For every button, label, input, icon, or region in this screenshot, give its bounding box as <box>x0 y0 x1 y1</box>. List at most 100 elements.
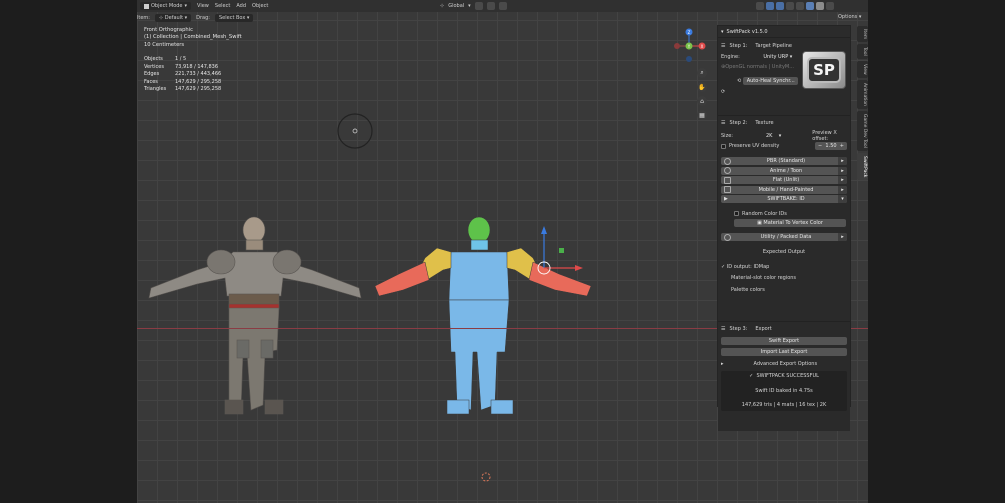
stat-value: 147,629 / 295,258 <box>175 86 222 92</box>
menu-add[interactable]: Add <box>236 3 246 9</box>
snap-icon[interactable] <box>486 2 495 10</box>
selectability-icon[interactable] <box>756 2 764 10</box>
expected-item: Palette colors <box>731 286 765 293</box>
chevron-down-icon: ▾ <box>184 3 188 9</box>
tab-game-dev-tool[interactable]: Game Dev Tool <box>857 110 868 151</box>
hand-pan-icon[interactable]: ✋ <box>697 82 707 92</box>
size-select[interactable]: 2K ▾ <box>754 131 793 140</box>
chevron-down-icon: ▾ <box>184 14 188 21</box>
preview-offset-label: Preview X offset: <box>812 129 837 142</box>
import-last-export-button[interactable]: Import Last Export <box>721 347 847 356</box>
normals-info: OpenGL normals | UnityM... <box>725 64 795 71</box>
xray-icon[interactable] <box>786 2 794 10</box>
item-label: ltem: <box>137 14 150 21</box>
auto-heal-sync-button[interactable]: Auto-Heal Synchr... <box>743 76 799 85</box>
rendered-shading-icon[interactable] <box>826 2 834 10</box>
stat-value: 1 / 5 <box>175 56 187 62</box>
tab-item[interactable]: Item <box>857 26 868 43</box>
grid-scale: 10 Centimeters <box>144 41 185 48</box>
gizmo-toggle-icon[interactable] <box>766 2 774 10</box>
object-mode-icon <box>144 3 149 9</box>
tab-swiftpack[interactable]: SwiftPack <box>857 152 868 180</box>
material-to-vertex-button[interactable]: ▣ Material To Vertex Color <box>734 219 846 227</box>
engine-select[interactable]: Unity URP ▾ <box>747 52 808 61</box>
pivot-icon[interactable] <box>474 2 483 10</box>
panel-title: SwiftPack v1.5.0 <box>726 28 768 35</box>
expected-item: ID output: IDMap <box>726 263 770 270</box>
preview-offset-field[interactable]: − 1.50 + <box>815 142 847 151</box>
toon-icon <box>724 167 731 174</box>
bake-time: Swift ID baked in 4.75s <box>755 387 813 394</box>
proportional-edit-icon[interactable] <box>498 2 507 10</box>
material-shading-icon[interactable] <box>816 2 824 10</box>
play-icon: ▶ <box>724 195 728 202</box>
refresh-icon[interactable]: ⟳ <box>721 89 725 95</box>
stat-label: Triangles <box>144 86 167 92</box>
scene-statistics: Objects 1 / 5 Vertices 73,918 / 147,836 Ed… <box>144 56 225 94</box>
menu-icon: ☰ <box>721 120 726 127</box>
subpanel-utility[interactable]: Utility / Packed Data ▸ <box>721 233 847 241</box>
subpanel-mobile[interactable]: Mobile / Hand-Painted ▸ <box>721 185 847 194</box>
subpanel-swiftbake-id[interactable]: ▶ SWIFTBAKE: ID ▾ <box>721 195 847 203</box>
expand-arrow-icon: ▸ <box>838 157 847 165</box>
engine-label: Engine: <box>721 53 740 60</box>
options-button[interactable]: Options ▾ <box>838 14 861 20</box>
swift-export-button[interactable]: Swift Export <box>721 336 847 345</box>
transform-orientation-select[interactable]: Global <box>448 3 464 9</box>
tab-tool[interactable]: Tool <box>857 44 868 59</box>
view-name: Front Orthographic <box>144 27 193 33</box>
menu-view[interactable]: View <box>197 3 209 9</box>
menu-object[interactable]: Object <box>252 3 268 9</box>
subpanel-flat[interactable]: Flat (Unlit) ▸ <box>721 176 847 184</box>
stat-label: Faces <box>144 78 158 85</box>
sync-icon: ⟲ <box>737 77 742 84</box>
panel-header[interactable]: ▾ SwiftPack v1.5.0 <box>718 26 850 37</box>
plus-icon[interactable]: + <box>837 143 844 149</box>
overlay-toggle-icon[interactable] <box>776 2 784 10</box>
orientation-select[interactable]: ⊹ Default ▾ <box>154 13 192 22</box>
navigation-gizmo[interactable]: Z Y X <box>672 26 712 66</box>
tool-header: ltem: ⊹ Default ▾ Drag: Select Box ▾ <box>137 12 737 23</box>
navigation-icons: ⌕ ✋ ⌂ ▦ <box>697 68 707 120</box>
subpanel-anime[interactable]: Anime / Toon ▸ <box>721 166 847 175</box>
transform-gizmo[interactable] <box>537 226 583 275</box>
preserve-uv-checkbox[interactable] <box>721 143 726 149</box>
expand-arrow-icon: ▸ <box>721 360 724 367</box>
success-message: SWIFTPACK SUCCESSFUL <box>756 373 819 380</box>
flat-icon <box>724 176 731 184</box>
expand-arrow-icon: ▸ <box>838 166 847 175</box>
stat-value: 221,733 / 443,466 <box>175 71 222 77</box>
drag-select[interactable]: Select Box ▾ <box>214 13 254 22</box>
expand-arrow-icon: ▸ <box>838 233 847 241</box>
3d-cursor-icon <box>337 113 373 149</box>
stat-value: 147,629 / 295,258 <box>175 78 222 85</box>
mode-select[interactable]: Object Mode ▾ <box>140 2 192 10</box>
id-map-character-model <box>374 216 592 415</box>
menu-icon: ☰ <box>721 326 726 333</box>
grid-view-icon[interactable]: ▦ <box>697 110 707 120</box>
camera-icon[interactable]: ⌂ <box>697 96 707 106</box>
viewport-info: Front Orthographic (1) Collection | Comb… <box>144 27 242 49</box>
zoom-icon[interactable]: ⌕ <box>697 68 707 78</box>
subpanel-pbr[interactable]: PBR (Standard) ▸ <box>721 157 847 165</box>
expand-arrow-icon: ▸ <box>838 185 847 194</box>
tab-animation[interactable]: Animation <box>857 79 868 109</box>
wireframe-shading-icon[interactable] <box>796 2 804 10</box>
solid-shading-icon[interactable] <box>806 2 814 10</box>
step2-title: Texture <box>755 120 774 127</box>
chevron-down-icon: ▾ <box>246 14 250 21</box>
random-ids-label: Random Color IDs <box>742 210 787 217</box>
menu-select[interactable]: Select <box>215 3 230 9</box>
random-ids-checkbox[interactable] <box>734 211 739 217</box>
expand-arrow-icon: ▸ <box>838 176 847 184</box>
expected-item: Material-slot color regions <box>731 275 797 282</box>
step1-title: Target Pipeline <box>755 43 792 50</box>
minus-icon[interactable]: − <box>818 143 825 149</box>
tab-view[interactable]: View <box>857 61 868 78</box>
collapse-arrow-icon: ▾ <box>838 195 847 203</box>
step3-title: Export <box>755 326 772 333</box>
advanced-export-toggle[interactable]: ▸ Advanced Export Options <box>718 359 850 370</box>
gear-icon <box>724 233 731 241</box>
step2-section: ☰ Step 2: Texture Size: 2K ▾ Preview X o… <box>718 115 850 321</box>
chevron-down-icon: ▾ <box>721 28 724 35</box>
